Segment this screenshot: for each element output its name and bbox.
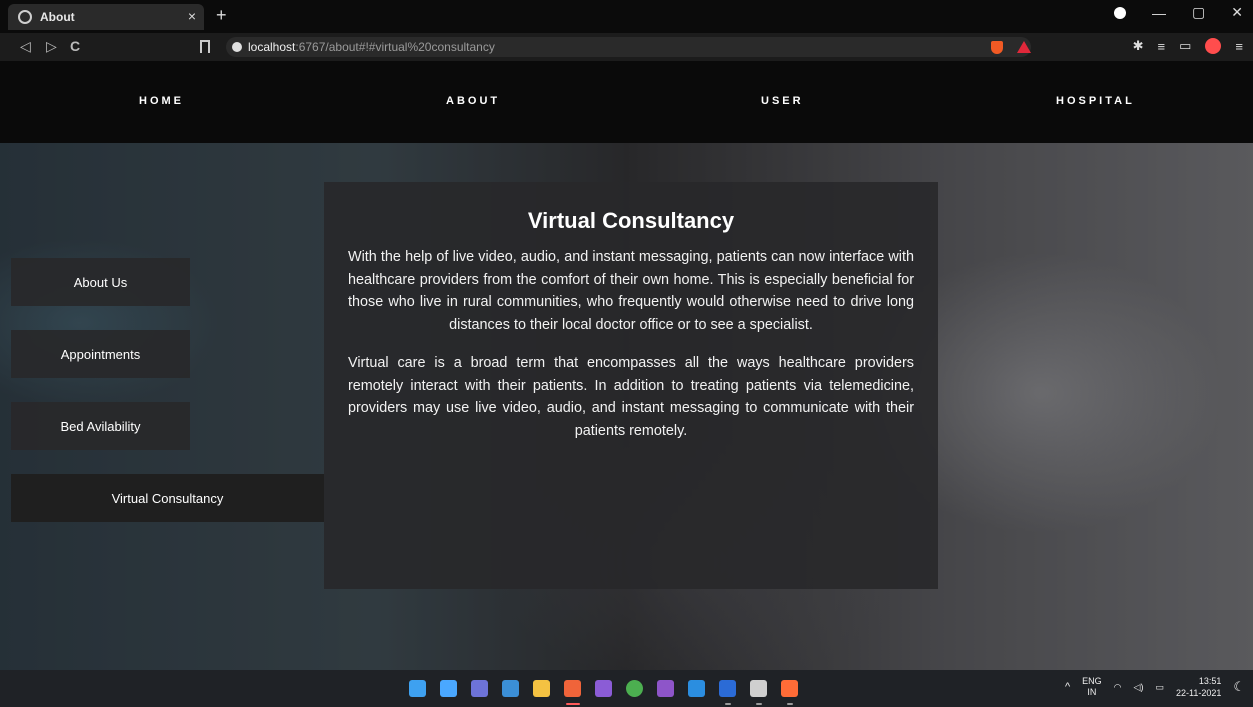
tab-title: About: [40, 10, 75, 24]
brave-browser-icon[interactable]: [564, 680, 581, 697]
top-navigation: HOME ABOUT USER HOSPITAL: [0, 61, 1253, 143]
page: HOME ABOUT USER HOSPITAL About Us Appoin…: [0, 61, 1253, 670]
window-controls: — ▢ ✕: [1114, 4, 1243, 21]
running-indicator: [756, 703, 762, 705]
running-indicator: [566, 703, 580, 705]
content-title: Virtual Consultancy: [527, 208, 735, 233]
file-explorer-icon[interactable]: [533, 680, 550, 697]
close-tab-button[interactable]: ×: [188, 8, 196, 24]
new-tab-button[interactable]: +: [216, 5, 227, 26]
clock-time: 13:51: [1198, 676, 1222, 686]
brave-rewards-icon[interactable]: [1017, 41, 1031, 53]
chrome-icon[interactable]: [626, 680, 643, 697]
running-indicator: [725, 703, 731, 705]
browser-toolbar: ◁ ▷ C localhost:6767/about#!#virtual%20c…: [0, 33, 1253, 61]
vs-code-icon[interactable]: [688, 680, 705, 697]
system-tray: ^ ENG IN ◠ ◁) ▭ 13:51 22-11-2021 ☾: [1065, 675, 1245, 699]
content-paragraph: Virtual care is a broad term that encomp…: [348, 355, 914, 439]
playlist-icon[interactable]: ≡: [1158, 39, 1166, 54]
brave-shields-icon[interactable]: [991, 41, 1003, 54]
forward-button[interactable]: ▷: [46, 38, 57, 55]
bookmark-icon[interactable]: [200, 40, 210, 53]
chevron-up-icon[interactable]: ^: [1065, 681, 1070, 693]
url-host: localhost: [248, 40, 296, 54]
menu-icon[interactable]: ≡: [1235, 39, 1243, 54]
task-view-icon[interactable]: [440, 680, 457, 697]
region-code: IN: [1087, 687, 1097, 697]
sidebar-item-virtual-consultancy[interactable]: Virtual Consultancy: [11, 474, 324, 522]
address-bar[interactable]: localhost:6767/about#!#virtual%20consult…: [226, 37, 1031, 57]
content-paragraph: With the help of live video, audio, and …: [348, 249, 914, 333]
close-window-button[interactable]: ✕: [1231, 4, 1243, 21]
profile-avatar[interactable]: [1205, 38, 1222, 54]
running-indicator: [787, 703, 793, 705]
notifications-icon[interactable]: ☾: [1233, 679, 1245, 695]
battery-icon[interactable]: ▭: [1155, 682, 1164, 693]
windows-start-icon[interactable]: [409, 680, 426, 697]
record-icon[interactable]: [1114, 6, 1127, 19]
windows-taskbar: ^ ENG IN ◠ ◁) ▭ 13:51 22-11-2021 ☾: [0, 670, 1253, 707]
nav-home-link[interactable]: HOME: [139, 95, 184, 107]
volume-icon[interactable]: ◁): [1134, 682, 1144, 693]
clock-date: 22-11-2021: [1175, 688, 1222, 698]
wallet-icon[interactable]: ▭: [1179, 38, 1191, 54]
nav-hospital-link[interactable]: HOSPITAL: [1056, 95, 1135, 107]
sidebar-item-appointments[interactable]: Appointments: [11, 330, 190, 378]
language-indicator[interactable]: ENG IN: [1082, 676, 1102, 698]
word-icon[interactable]: [719, 680, 736, 697]
browser-tab-bar: About × + — ▢ ✕: [0, 0, 1253, 33]
nav-user-link[interactable]: USER: [761, 95, 804, 107]
browser-tab[interactable]: About ×: [8, 4, 204, 30]
clock[interactable]: 13:51 22-11-2021: [1176, 675, 1221, 699]
minimize-button[interactable]: —: [1152, 5, 1166, 21]
maximize-button[interactable]: ▢: [1192, 4, 1205, 21]
sidebar-item-bed-availability[interactable]: Bed Avilability: [11, 402, 190, 450]
sidebar-item-about-us[interactable]: About Us: [11, 258, 190, 306]
terminal-icon[interactable]: [750, 680, 767, 697]
globe-icon: [18, 10, 32, 24]
extension-icons: ✱ ≡ ▭ ≡: [1133, 38, 1243, 54]
content-panel: Virtual Consultancy With the help of liv…: [324, 182, 938, 589]
wifi-icon[interactable]: ◠: [1114, 682, 1122, 693]
visual-studio-icon[interactable]: [657, 680, 674, 697]
teams-chat-icon[interactable]: [471, 680, 488, 697]
reload-button[interactable]: C: [70, 38, 80, 54]
extensions-icon[interactable]: ✱: [1133, 38, 1144, 54]
nav-about-link[interactable]: ABOUT: [446, 95, 500, 107]
info-icon[interactable]: [232, 42, 242, 52]
url-path: :6767/about#!#virtual%20consultancy: [295, 40, 495, 54]
language-code: ENG: [1082, 676, 1102, 686]
postman-icon[interactable]: [781, 680, 798, 697]
widgets-icon[interactable]: [502, 680, 519, 697]
back-button[interactable]: ◁: [20, 38, 31, 55]
intellij-icon[interactable]: [595, 680, 612, 697]
